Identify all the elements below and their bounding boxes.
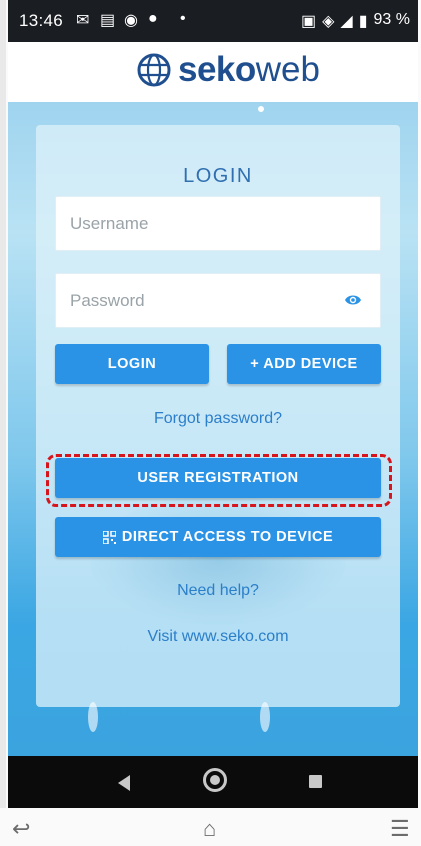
water-splash <box>88 702 98 732</box>
screenshot-frame: 13:46 ✉ ▤ ◉ ● • ▣ ◈ ◢ ▮ 93 % seko web LO… <box>0 0 421 846</box>
menu-icon[interactable]: ☰ <box>390 816 410 842</box>
need-help-link[interactable]: Need help? <box>36 582 400 600</box>
home-icon[interactable]: ⌂ <box>203 816 216 842</box>
water-splash <box>260 702 270 732</box>
forgot-password-link[interactable]: Forgot password? <box>36 410 400 428</box>
login-button[interactable]: LOGIN <box>55 344 209 384</box>
eye-icon[interactable] <box>344 293 362 307</box>
password-input[interactable]: Password <box>55 273 381 328</box>
add-device-button[interactable]: + ADD DEVICE <box>227 344 381 384</box>
seko-logo: seko web <box>136 50 320 90</box>
wifi-icon: ◈ <box>322 13 335 30</box>
undo-icon[interactable]: ↩ <box>12 816 30 842</box>
battery-icon: ▮ <box>358 13 368 30</box>
android-nav-bar <box>8 756 418 808</box>
water-droplet <box>258 106 264 112</box>
sync-icon: ◉ <box>124 12 138 29</box>
water-background: LOGIN Username Password LOGIN + ADD DEVI… <box>8 102 418 756</box>
mail-icon: ✉ <box>76 12 90 29</box>
page-edge <box>0 0 6 846</box>
login-title: LOGIN <box>183 165 253 187</box>
direct-access-button[interactable]: DIRECT ACCESS TO DEVICE <box>55 517 381 557</box>
qr-code-icon <box>102 530 116 544</box>
globe-icon <box>137 53 171 87</box>
phone-screen: 13:46 ✉ ▤ ◉ ● • ▣ ◈ ◢ ▮ 93 % seko web LO… <box>8 0 418 846</box>
status-time: 13:46 <box>19 11 64 30</box>
home-icon[interactable] <box>203 768 227 792</box>
app-icon: ● <box>148 10 158 27</box>
username-placeholder: Username <box>70 214 149 233</box>
recent-apps-icon[interactable] <box>309 775 322 788</box>
signal-icon: ◢ <box>340 13 353 30</box>
battery-level: 93 % <box>373 11 410 28</box>
brand-name-bold: seko <box>178 50 256 89</box>
password-placeholder: Password <box>70 291 145 310</box>
login-card: LOGIN Username Password LOGIN + ADD DEVI… <box>36 125 400 707</box>
username-input[interactable]: Username <box>55 196 381 251</box>
status-bar: 13:46 ✉ ▤ ◉ ● • ▣ ◈ ◢ ▮ 93 % <box>8 0 418 42</box>
cast-icon: ▣ <box>300 13 317 30</box>
viewer-bottom-bar: ↩ ⌂ ☰ <box>0 808 421 846</box>
water-bowl-image <box>90 495 346 625</box>
chat-icon: ▤ <box>100 12 116 29</box>
status-dot: • <box>180 10 186 27</box>
direct-access-label: DIRECT ACCESS TO DEVICE <box>121 529 334 545</box>
app-header: seko web <box>8 42 418 102</box>
back-icon[interactable] <box>118 775 130 791</box>
brand-name-light: web <box>255 50 320 89</box>
status-right: ▣ ◈ ◢ ▮ 93 % <box>301 11 410 31</box>
highlight-annotation <box>46 454 392 507</box>
visit-website-link[interactable]: Visit www.seko.com <box>36 628 400 646</box>
